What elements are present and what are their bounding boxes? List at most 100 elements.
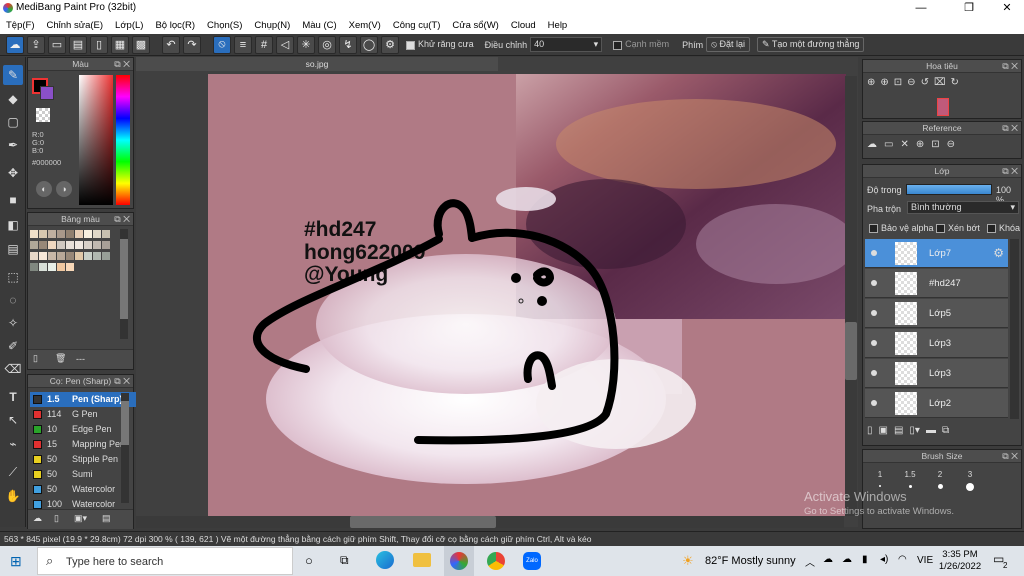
layer-row[interactable]: Lớp3 (865, 359, 1008, 388)
correction-dropdown[interactable]: 40 ▾ (530, 37, 603, 52)
gradient-tool-icon[interactable]: ▤ (3, 239, 23, 259)
layer-row[interactable]: Lớp7 ⚙ (865, 239, 1008, 268)
palette-swatch[interactable] (93, 230, 101, 238)
perspective-snap-icon[interactable]: ◁ (276, 35, 294, 54)
duplicate-layer-icon[interactable]: ⧉ (942, 425, 949, 436)
menu-filter[interactable]: Bộ lọc(R) (155, 20, 195, 31)
snap-settings-icon[interactable]: ⚙ (381, 35, 399, 54)
canvas-hscrollbar[interactable] (136, 516, 844, 528)
canvas-hscroll-thumb[interactable] (350, 516, 496, 528)
new-palette-icon[interactable]: ▯ (33, 353, 38, 364)
new-brush-icon[interactable]: ▯ (54, 513, 59, 524)
windows-start-icon[interactable]: ⊞ (10, 553, 22, 570)
palette-swatch[interactable] (75, 230, 83, 238)
transparent-swatch[interactable] (36, 108, 50, 122)
medibang-taskbar-button[interactable] (444, 546, 474, 576)
palette-swatch[interactable] (84, 230, 92, 238)
redo-icon[interactable]: ↷ (183, 35, 201, 54)
palette-swatches[interactable] (30, 230, 118, 274)
text-tool-icon[interactable]: T (3, 387, 23, 407)
navigator-thumbnail[interactable] (937, 98, 949, 116)
ellipse-snap-icon[interactable]: ◯ (360, 35, 378, 54)
fill-rect-tool-icon[interactable]: ■ (3, 190, 23, 210)
palette-swatch[interactable] (57, 263, 65, 271)
zoom-out-icon[interactable]: ⊖ (907, 77, 915, 88)
divide-tool-icon[interactable]: ⟋ (3, 462, 23, 482)
canvas-vscrollbar[interactable] (845, 76, 857, 516)
weather-text[interactable]: 82°F Mostly sunny (705, 555, 796, 567)
menu-capture[interactable]: Chụp(N) (254, 20, 290, 31)
brush-size-option[interactable]: 3 (955, 470, 985, 491)
palette-swatch[interactable] (66, 241, 74, 249)
drawing-canvas[interactable]: #hd247 hong622009 @Young (136, 74, 846, 516)
visibility-eye-icon[interactable] (871, 370, 877, 376)
taskbar-search-box[interactable]: ⌕ Type here to search (37, 547, 293, 575)
undo-icon[interactable]: ↶ (162, 35, 180, 54)
visibility-eye-icon[interactable] (871, 250, 877, 256)
palette-swatch[interactable] (84, 241, 92, 249)
clipping-checkbox[interactable]: Xén bớt (936, 223, 980, 234)
palette-swatch[interactable] (57, 252, 65, 260)
eyedropper-tool-icon[interactable]: ⌁ (3, 434, 23, 454)
visibility-eye-icon[interactable] (871, 340, 877, 346)
operation-tool-icon[interactable]: ↖ (3, 410, 23, 430)
new-halftone-layer-icon[interactable]: ▣ (879, 425, 888, 436)
palette-swatch[interactable] (66, 252, 74, 260)
palette-swatch[interactable] (66, 230, 74, 238)
reset-view-icon[interactable]: ⌧ (934, 77, 946, 88)
select-eraser-tool-icon[interactable]: ⌫ (3, 359, 23, 379)
edge-browser-icon[interactable] (376, 551, 394, 569)
close-icon[interactable]: ✕ (900, 139, 908, 150)
menu-view[interactable]: Xem(V) (349, 20, 381, 31)
page-icon[interactable]: ▯ (90, 35, 108, 54)
parallel-snap-icon[interactable]: ≡ (234, 35, 252, 54)
layer-row[interactable]: #hd247 (865, 269, 1008, 298)
saturation-picker[interactable] (79, 75, 113, 205)
palette-swatch[interactable] (102, 241, 110, 249)
pen-tool-icon[interactable]: ✒ (3, 135, 23, 155)
grid-icon[interactable]: ▦ (111, 35, 129, 54)
palette-swatch[interactable] (57, 241, 65, 249)
palette-swatch[interactable] (39, 263, 47, 271)
brush-size-option[interactable]: 2 (925, 470, 955, 491)
palette-scrollbar[interactable] (120, 229, 128, 339)
menu-select[interactable]: Chọn(S) (207, 20, 242, 31)
canvas-vscroll-thumb[interactable] (845, 322, 857, 380)
layer-row[interactable]: Lớp2 (865, 389, 1008, 418)
minimize-button[interactable]: — (904, 0, 938, 17)
palette-swatch[interactable] (39, 252, 47, 260)
grid-snap-icon[interactable]: # (255, 35, 273, 54)
circle-snap-icon[interactable]: ◎ (318, 35, 336, 54)
new-8bit-layer-icon[interactable]: ▤ (894, 425, 903, 436)
palette-swatch[interactable] (48, 230, 56, 238)
palette-swatch[interactable] (93, 252, 101, 260)
folder-icon[interactable]: ▭ (884, 139, 893, 150)
palette-swatch[interactable] (48, 241, 56, 249)
hue-slider[interactable] (116, 75, 130, 205)
bucket-tool-icon[interactable]: ◧ (3, 215, 23, 235)
clock[interactable]: 3:35 PM 1/26/2022 (938, 549, 982, 573)
palette-scroll-thumb[interactable] (120, 239, 128, 319)
snap-off-icon[interactable]: ⦸ (213, 35, 231, 54)
palette-swatch[interactable] (48, 252, 56, 260)
color-mix-icon[interactable]: ◑ (56, 181, 72, 197)
brush-scroll-thumb[interactable] (121, 401, 129, 445)
menu-file[interactable]: Tệp(F) (6, 20, 35, 31)
onedrive-icon[interactable]: ☁ (823, 554, 833, 565)
language-indicator[interactable]: VIE (917, 555, 933, 566)
lock-checkbox[interactable]: Khóa (987, 223, 1020, 234)
panel-close-icon[interactable]: ⧉ ✕ (1002, 60, 1018, 73)
delete-palette-icon[interactable]: 🗑 (55, 353, 66, 364)
wifi-icon[interactable]: ◠ (898, 554, 907, 565)
close-button[interactable]: ✕ (990, 0, 1024, 17)
visibility-eye-icon[interactable] (871, 310, 877, 316)
cloud-brush-icon[interactable]: ☁ (33, 513, 42, 524)
visibility-eye-icon[interactable] (871, 280, 877, 286)
cloud-icon[interactable]: ☁ (6, 35, 24, 54)
panel-close-icon[interactable]: ⧉ ✕ (114, 375, 130, 388)
menu-window[interactable]: Cửa sổ(W) (452, 20, 498, 31)
zoom-in-alt-icon[interactable]: ⊕ (880, 77, 888, 88)
layer-row[interactable]: Lớp3 (865, 329, 1008, 358)
radial-snap-icon[interactable]: ✳ (297, 35, 315, 54)
move-tool-icon[interactable]: ✥ (3, 163, 23, 183)
